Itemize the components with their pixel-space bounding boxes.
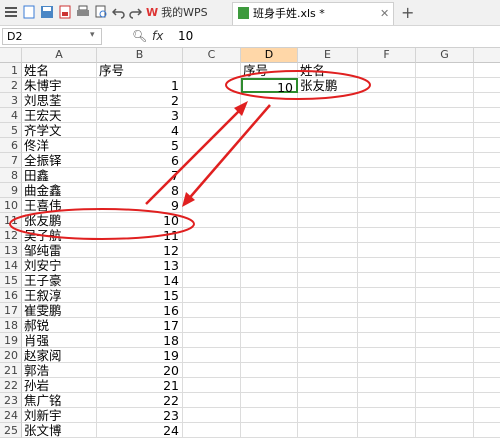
tab-workbook-label: 班身手姓.xls * bbox=[253, 7, 325, 20]
formula-bar: D2 ▾ 🔍︎ fx 10 bbox=[0, 26, 500, 48]
highlight-ellipse-row11 bbox=[9, 208, 195, 240]
new-icon[interactable] bbox=[22, 5, 36, 19]
wps-logo-icon: W bbox=[146, 6, 159, 19]
annotation-layer bbox=[9, 70, 371, 240]
redo-icon[interactable] bbox=[128, 5, 143, 19]
fx-button[interactable]: fx bbox=[152, 29, 163, 43]
quick-access-toolbar: W 我的WPS 班身手姓.xls * ✕ + bbox=[0, 0, 500, 26]
print-preview-icon[interactable] bbox=[94, 5, 108, 19]
tab-my-wps[interactable]: W 我的WPS bbox=[146, 2, 226, 25]
new-tab-button[interactable]: + bbox=[401, 2, 414, 25]
spreadsheet-grid[interactable]: A B C D E F G 1 姓名 序号 序号 姓名 2 朱博宇 1 10 张友鹏 3 刘思荃 2 4 王… bbox=[0, 48, 500, 442]
undo-icon[interactable] bbox=[111, 5, 126, 19]
name-box[interactable]: D2 bbox=[2, 28, 102, 45]
formula-input[interactable]: 10 bbox=[178, 29, 193, 43]
sheet-file-icon bbox=[238, 7, 249, 19]
arrow-down-line bbox=[185, 104, 271, 203]
highlight-ellipse-d2e2 bbox=[225, 70, 371, 100]
zoom-search-icon[interactable]: 🔍︎ bbox=[132, 29, 147, 43]
save-icon[interactable] bbox=[40, 5, 54, 19]
app-menu-icon[interactable] bbox=[4, 5, 18, 19]
close-tab-icon[interactable]: ✕ bbox=[380, 3, 389, 25]
name-box-dropdown-icon[interactable]: ▾ bbox=[90, 30, 95, 40]
export-pdf-icon[interactable] bbox=[58, 5, 72, 19]
print-icon[interactable] bbox=[76, 5, 90, 19]
tab-my-wps-label: 我的WPS bbox=[161, 6, 208, 19]
arrow-up-line bbox=[145, 105, 245, 205]
tab-workbook[interactable]: 班身手姓.xls * ✕ bbox=[232, 2, 394, 25]
